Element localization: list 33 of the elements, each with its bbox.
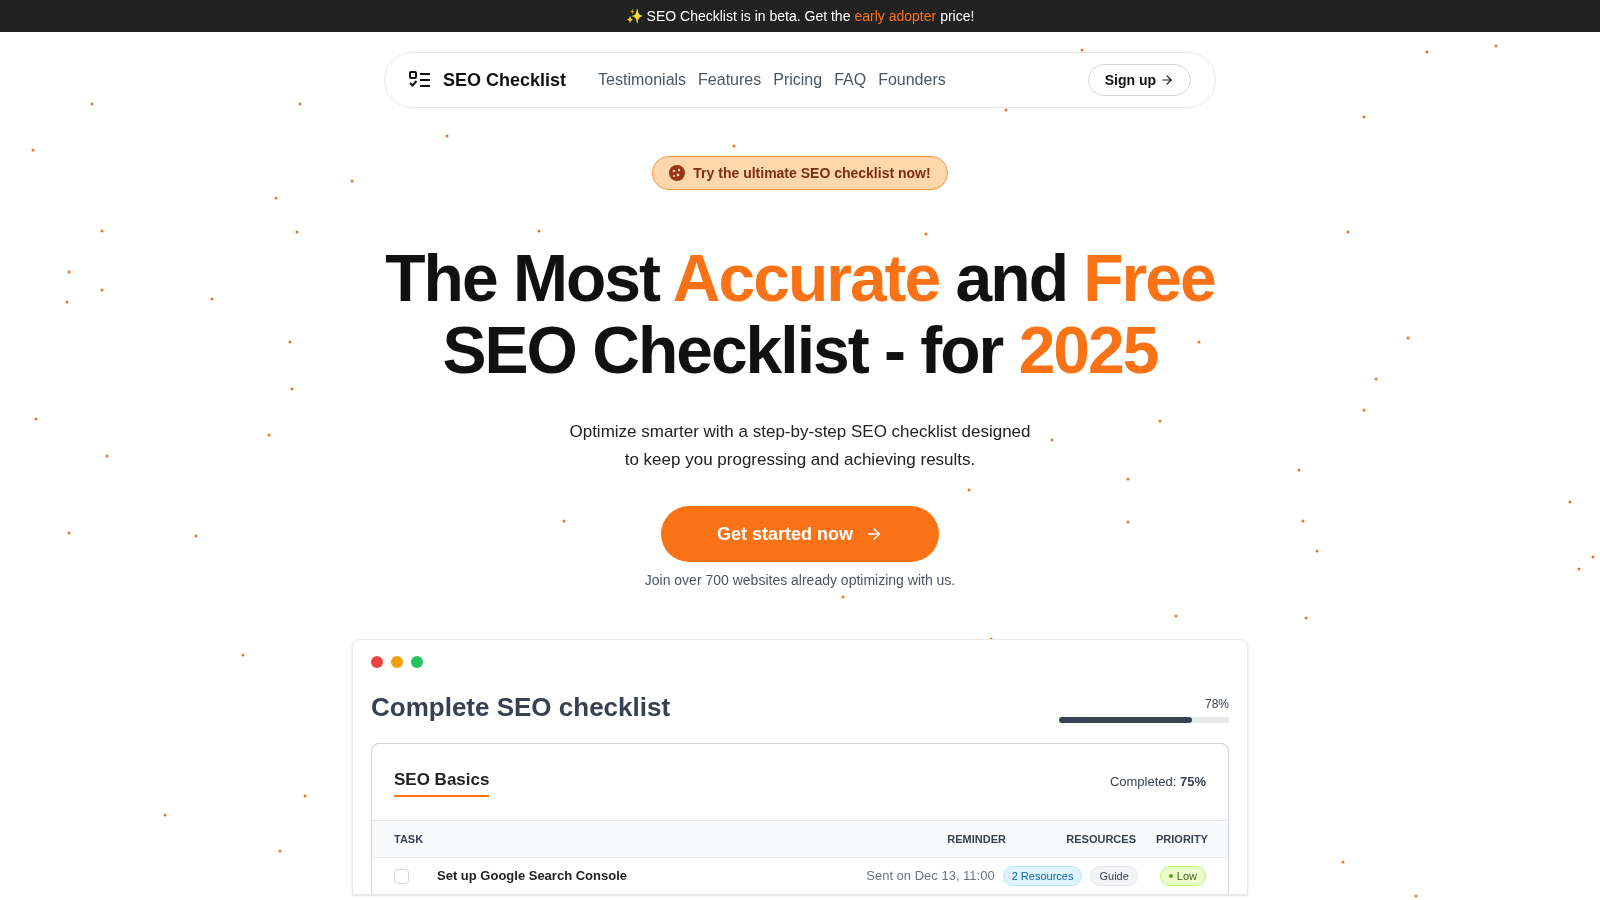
section-tab[interactable]: SEO Basics — [394, 767, 490, 797]
promo-text: Try the ultimate SEO checklist now! — [693, 163, 931, 183]
promo-badge[interactable]: Try the ultimate SEO checklist now! — [652, 156, 948, 190]
announcement-text: price! — [940, 6, 975, 26]
checklist-title: Complete SEO checklist — [371, 691, 671, 724]
sparkles-icon: ✨ — [625, 5, 643, 27]
early-adopter-link[interactable]: early adopter — [854, 5, 937, 27]
column-header: RESOURCES — [1065, 831, 1136, 847]
subtitle: Optimize smarter with a step-by-step SEO checklist designed to keep you progressing and achieving results. — [568, 421, 1032, 471]
cookie-icon — [669, 165, 686, 181]
task-name: Set up Google Search Console — [437, 867, 627, 886]
announcement-text: SEO Checklist is in beta. Get the — [646, 6, 851, 26]
nav-link[interactable]: Pricing — [773, 68, 823, 92]
task-checkbox[interactable] — [394, 868, 409, 884]
resource-tag[interactable]: Guide — [1090, 866, 1138, 886]
progress-reading: 78% — [1204, 696, 1229, 713]
nav-link[interactable]: Features — [698, 68, 762, 92]
logo-text[interactable]: SEO Checklist — [443, 66, 567, 94]
priority-tag: Low — [1159, 866, 1206, 886]
completed-text: Completed: 75% — [1109, 773, 1206, 792]
social-proof-text: Join over 700 websites already optimizing with us. — [644, 571, 956, 590]
column-header: PRIORITY — [1156, 831, 1206, 847]
arrow-icon — [865, 525, 883, 543]
column-header: TASK — [394, 831, 424, 847]
headline: The Most Accurate and Free — [385, 242, 1215, 314]
nav-link[interactable]: Founders — [878, 68, 946, 92]
reminder-text: Sent on Dec 13, 11:00 — [866, 867, 995, 886]
nav-link[interactable]: FAQ — [834, 68, 867, 92]
headline: SEO Checklist - for 2025 — [442, 314, 1158, 386]
nav-link[interactable]: Testimonials — [598, 68, 687, 92]
resource-tag[interactable]: 2 Resources — [1002, 866, 1083, 886]
checklist-icon[interactable] — [409, 71, 431, 89]
column-header: REMINDER — [946, 831, 1006, 847]
